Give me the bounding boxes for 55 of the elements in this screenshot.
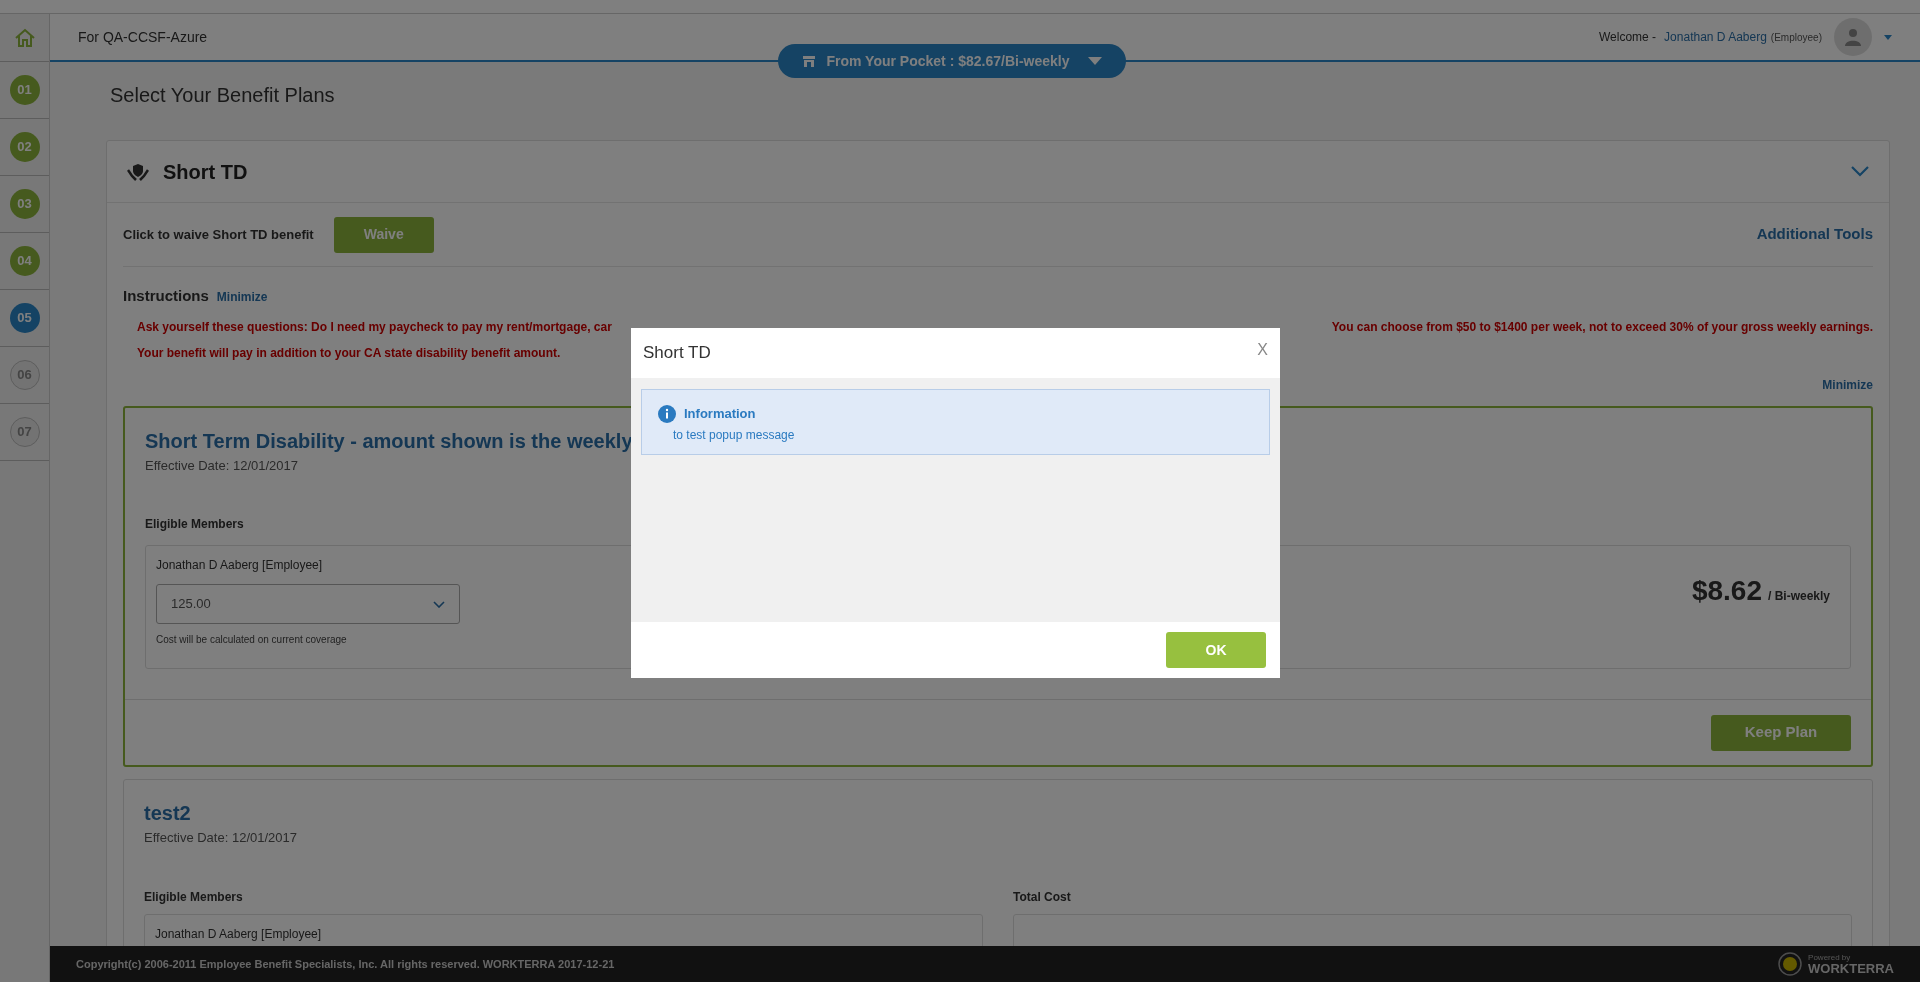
step-number[interactable]: 05 [9,303,40,333]
plan-card[interactable]: test2 Effective Date: 12/01/2017 Eligible Members Jonathan D Aaberg [Employee] Total Cost [123,779,1873,946]
coverage-note: Cost will be calculated on current coverage [156,633,348,647]
user-role: (Employee) [1770,30,1822,45]
caret-icon [1087,57,1102,65]
step-number[interactable]: 03 [9,189,40,219]
step-number[interactable]: 01 [9,75,40,105]
price-period: / Bi-weekly [1767,588,1830,605]
ok-button[interactable]: OK [1166,632,1266,668]
effective-date: Effective Date: 12/01/2017 [145,456,299,475]
waive-button[interactable]: Waive [333,216,434,253]
plan-price: $8.62 [1691,574,1762,608]
brand-name: WORKTERRA [1808,961,1894,975]
caret-icon[interactable] [1884,34,1892,40]
copyright-text: Copyright(c) 2006-2011 Employee Benefit Specialists, Inc. All rights reserved. WORKTERRA 2017-12-21 [76,956,615,972]
logo-icon [1778,952,1803,976]
dialog-title: Short TD [643,342,711,365]
additional-tools-link[interactable]: Additional Tools [1756,223,1873,246]
waive-label: Click to waive Short TD benefit [123,225,314,244]
member-name: Jonathan D Aaberg [Employee] [156,557,324,574]
section-title: Short TD [163,159,248,185]
info-icon [658,404,676,423]
minimize-link[interactable]: Minimize [1822,375,1873,394]
step-number[interactable]: 04 [9,246,40,276]
instructions-text: You can choose from $50 to $1400 per week, not to exceed 30% of your gross weekly earnings. [1331,318,1873,336]
step-number[interactable]: 02 [9,132,40,162]
pocket-summary-button[interactable]: From Your Pocket : $82.67/Bi-weekly [778,44,1126,78]
instructions-text: Your benefit will pay in addition to your CA state disability benefit amount. [137,344,561,362]
instructions-label: Instructions [123,286,209,306]
info-title: Information [684,405,756,423]
minimize-link[interactable]: Minimize [216,288,268,306]
hands-shield-icon [127,161,149,182]
instructions-text: Ask yourself these questions: Do I need my paycheck to pay my rent/mortgage, car [137,318,612,336]
welcome-label: Welcome - [1599,29,1657,46]
user-name[interactable]: Jonathan D Aaberg [1664,28,1767,46]
store-icon [802,54,817,68]
plan-title: test2 [144,801,191,826]
powered-by-label: Powered by [1808,953,1852,962]
page-title: Select Your Benefit Plans [110,83,336,108]
home-icon[interactable] [13,27,36,48]
member-name: Jonathan D Aaberg [Employee] [155,926,322,941]
close-button[interactable]: X [1257,338,1268,362]
person-icon [1843,27,1863,47]
eligible-members-label: Eligible Members [144,888,244,906]
keep-plan-button[interactable]: Keep Plan [1711,714,1851,751]
chevron-icon [433,600,445,608]
chevron-icon[interactable] [1851,166,1869,177]
eligible-members-label: Eligible Members [145,516,245,533]
avatar[interactable] [1834,18,1872,56]
client-name: For QA-CCSF-Azure [78,27,208,47]
plan-title: Short Term Disability - amount shown is the weekly [145,428,633,454]
coverage-dropdown[interactable]: 125.00 [156,584,460,624]
info-message: to test popup message [673,426,796,444]
total-cost-label: Total Cost [1013,888,1072,906]
effective-date: Effective Date: 12/01/2017 [144,829,298,847]
